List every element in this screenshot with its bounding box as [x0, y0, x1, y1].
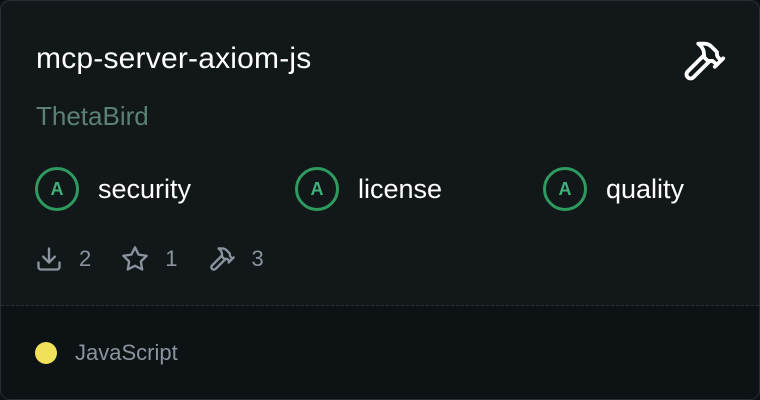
- stars-count: 1: [165, 246, 178, 271]
- owner-name[interactable]: ThetaBird: [36, 99, 149, 133]
- star-icon: [122, 246, 149, 271]
- downloads-stat: 2: [35, 245, 91, 273]
- downloads-count: 2: [79, 246, 92, 271]
- server-card[interactable]: mcp-server-axiom-js ThetaBird A security…: [0, 0, 760, 400]
- hammer-icon[interactable]: [681, 38, 727, 84]
- grade-label: security: [98, 173, 192, 204]
- hammer-icon: [209, 247, 235, 271]
- tools-count: 3: [251, 246, 264, 271]
- grade-security: A security: [35, 167, 191, 211]
- grade-label: license: [358, 173, 443, 204]
- grade-quality: A quality: [543, 167, 684, 211]
- divider: [1, 305, 759, 306]
- stats-row: 2 1 3: [35, 241, 294, 277]
- grade-badge: A: [35, 167, 79, 211]
- language-color-dot: [35, 342, 57, 364]
- grade-label: quality: [606, 173, 685, 204]
- stars-stat: 1: [121, 245, 178, 273]
- repo-name[interactable]: mcp-server-axiom-js: [36, 39, 312, 79]
- language-name: JavaScript: [75, 340, 178, 365]
- grade-badge: A: [543, 167, 587, 211]
- tools-stat: 3: [208, 245, 264, 273]
- grade-license: A license: [295, 167, 442, 211]
- download-icon: [37, 247, 61, 271]
- grade-badge: A: [295, 167, 339, 211]
